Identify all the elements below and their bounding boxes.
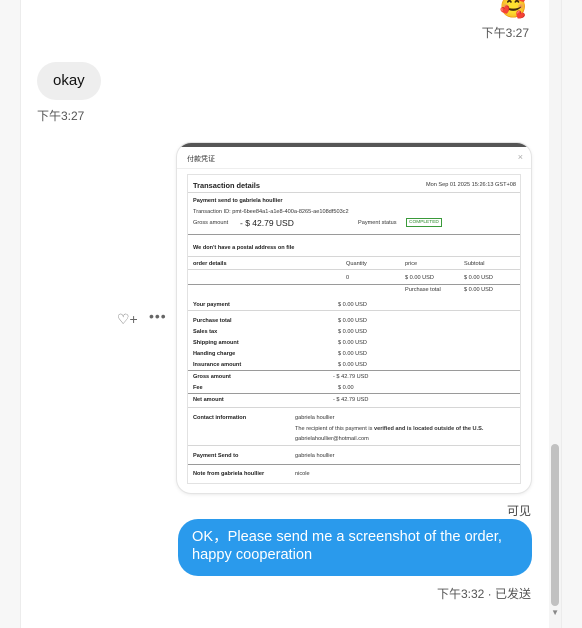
col-subtotal: Subtotal <box>464 261 485 267</box>
summary-value: $ 0.00 USD <box>338 340 367 346</box>
summary-label: Net amount <box>193 397 224 403</box>
divider <box>188 445 520 446</box>
incoming-message-time: 下午3:27 <box>37 109 85 123</box>
summary-label: Your payment <box>193 302 230 308</box>
purchase-total-value: $ 0.00 USD <box>464 287 493 293</box>
divider <box>188 234 520 235</box>
more-options-icon[interactable]: ••• <box>149 308 167 324</box>
divider <box>188 256 520 257</box>
receipt-datetime: Mon Sep 01 2025 15:26:13 GST+08 <box>425 182 516 188</box>
receipt-heading: Transaction details <box>193 181 260 190</box>
summary-label: Gross amount <box>193 374 231 380</box>
payment-send-to-line: Payment send to gabriela houllier <box>193 198 283 204</box>
subtotal-value: $ 0.00 USD <box>464 275 493 281</box>
transaction-id: Transaction ID: pmt-6bee84a1-a1e8-400a-8… <box>193 209 349 215</box>
scroll-down-arrow-icon[interactable]: ▼ <box>551 608 559 617</box>
summary-label: Sales tax <box>193 329 218 335</box>
divider <box>188 284 520 285</box>
summary-label: Fee <box>193 385 203 391</box>
summary-value: $ 0.00 USD <box>338 329 367 335</box>
divider <box>188 310 520 311</box>
payment-status-label: Payment status <box>358 220 397 226</box>
react-heart-plus-icon[interactable]: ♡+ <box>117 311 138 328</box>
seen-status: 可见 <box>506 504 531 518</box>
col-quantity: Quantity <box>346 261 367 267</box>
divider <box>188 393 520 394</box>
scrollbar-thumb[interactable] <box>551 444 559 606</box>
summary-label: Purchase total <box>193 318 232 324</box>
verification-text: The recipient of this payment is <box>295 426 374 432</box>
contact-name: gabriela houllier <box>295 415 335 421</box>
summary-value: - $ 42.79 USD <box>333 397 369 403</box>
note-label: Note from gabriela houllier <box>193 471 265 477</box>
note-value: nicole <box>295 471 310 477</box>
chat-thread: 🥰 下午3:27 okay 下午3:27 ♡+ ••• 付款凭证 × Trans… <box>20 0 562 628</box>
receipt-window-titlebar: 付款凭证 × <box>177 147 531 169</box>
summary-value: $ 0.00 USD <box>338 302 367 308</box>
incoming-message-bubble[interactable]: okay <box>37 62 101 100</box>
contact-email: gabrielahoullier@hotmail.com <box>295 436 369 442</box>
payment-status-badge: COMPLETED <box>406 218 442 227</box>
summary-value: - $ 42.79 USD <box>333 374 369 380</box>
quantity-value: 0 <box>346 275 350 281</box>
contact-verification-note: The recipient of this payment is verifie… <box>295 426 483 432</box>
divider <box>188 370 520 371</box>
outgoing-message-time: 下午3:32 · 已发送 <box>436 587 531 601</box>
divider <box>188 407 520 408</box>
contact-info-label: Contact information <box>193 415 247 421</box>
summary-label: Handing charge <box>193 351 236 357</box>
receipt-document: Transaction details Mon Sep 01 2025 15:2… <box>187 174 521 484</box>
summary-value: $ 0.00 USD <box>338 351 367 357</box>
order-details-label: order details <box>193 261 227 267</box>
divider <box>188 464 520 465</box>
summary-value: $ 0.00 USD <box>338 362 367 368</box>
payment-send-to-value: gabriela houllier <box>295 453 335 459</box>
payment-receipt-image[interactable]: 付款凭证 × Transaction details Mon Sep 01 20… <box>177 143 531 493</box>
col-price: price <box>405 261 418 267</box>
purchase-total-label: Purchase total <box>405 287 441 293</box>
payment-send-to-label: Payment Send to <box>193 453 239 459</box>
receipt-window-title: 付款凭证 <box>187 156 215 163</box>
close-icon: × <box>517 152 523 162</box>
price-value: $ 0.00 USD <box>405 275 434 281</box>
gross-amount-label: Gross amount <box>193 220 229 226</box>
no-address-note: We don't have a postal address on file <box>193 245 295 251</box>
gross-amount-value: - $ 42.79 USD <box>240 218 294 228</box>
emoji-message: 🥰 <box>499 0 527 19</box>
divider <box>188 192 520 193</box>
outgoing-message-bubble[interactable]: OK，Please send me a screenshot of the or… <box>178 519 532 576</box>
divider <box>188 269 520 270</box>
message-time-top: 下午3:27 <box>481 26 529 40</box>
summary-label: Shipping amount <box>193 340 239 346</box>
summary-label: Insurance amount <box>193 362 242 368</box>
summary-value: $ 0.00 <box>338 385 354 391</box>
verification-bold-text: verified and is located outside of the U… <box>373 426 484 432</box>
summary-value: $ 0.00 USD <box>338 318 367 324</box>
